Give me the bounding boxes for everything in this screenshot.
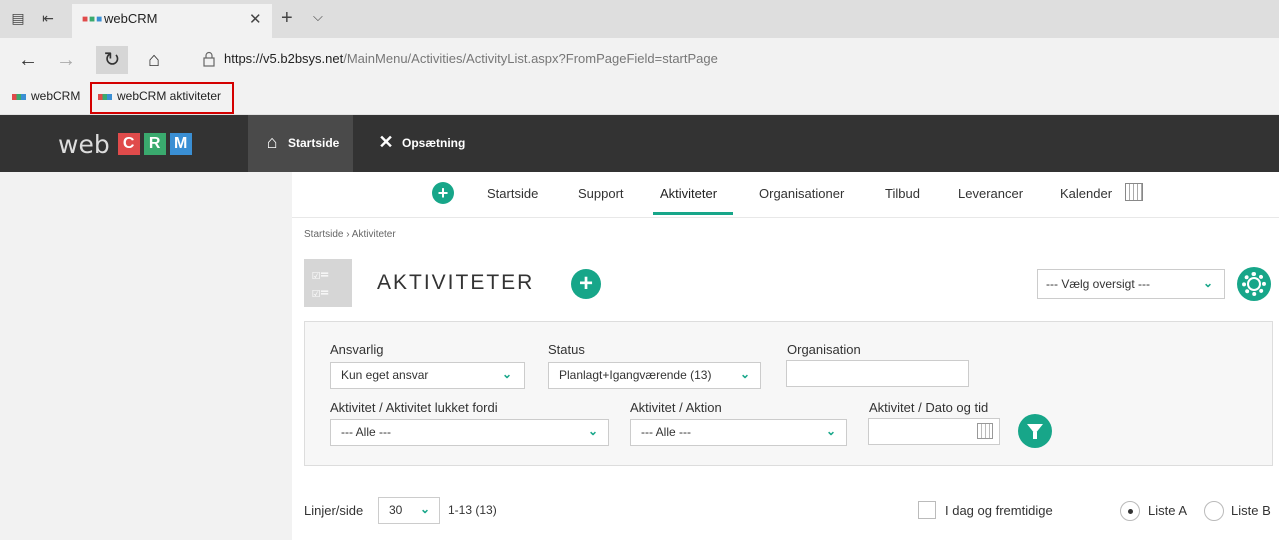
tab-leverancer[interactable]: Leverancer xyxy=(958,186,1023,201)
chevron-down-icon: ⌄ xyxy=(740,367,751,381)
logo-letter-m: M xyxy=(169,133,192,155)
tab-tilbud[interactable]: Tilbud xyxy=(885,186,920,201)
nav-opsaetning[interactable]: ✕ Opsætning xyxy=(362,115,479,172)
chevron-down-icon: ⌄ xyxy=(420,502,431,516)
add-activity-button[interactable]: + xyxy=(571,269,601,299)
organisation-label: Organisation xyxy=(787,342,861,357)
chevron-down-icon: ⌄ xyxy=(502,367,513,381)
list-b-label[interactable]: Liste B xyxy=(1231,503,1271,518)
close-tab-icon[interactable]: ✕ xyxy=(249,10,262,28)
tab-aktiviteter[interactable]: Aktiviteter xyxy=(660,186,717,201)
nav-startside[interactable]: ⌂ Startside xyxy=(248,115,354,172)
list-a-radio[interactable] xyxy=(1120,501,1140,521)
left-panel xyxy=(0,172,292,540)
new-tab-icon[interactable]: + xyxy=(281,7,293,30)
activities-checklist-icon: ☑= ☑= xyxy=(304,259,352,307)
favorite-label: webCRM xyxy=(31,89,81,103)
gear-teeth xyxy=(1242,272,1266,296)
lines-per-page-label: Linjer/side xyxy=(304,503,364,518)
url-field[interactable]: https://v5.b2bsys.net/MainMenu/Activitie… xyxy=(224,51,718,66)
page-title: AKTIVITETER xyxy=(377,271,535,294)
favorite-webcrm[interactable]: webCRM xyxy=(12,89,80,107)
url-host: https://v5.b2bsys.net xyxy=(224,51,344,66)
app-header: web C R M ⌂ Startside ✕ Opsætning xyxy=(0,115,1279,172)
chevron-down-icon: ⌄ xyxy=(588,424,599,438)
tab-organisationer[interactable]: Organisationer xyxy=(759,186,844,201)
responsible-value: Kun eget ansvar xyxy=(341,368,429,382)
tools-icon: ✕ xyxy=(378,132,394,152)
active-tab-indicator xyxy=(653,212,733,215)
lines-per-page-select[interactable]: 30 xyxy=(378,497,440,524)
tab-title[interactable]: webCRM xyxy=(104,11,157,26)
webcrm-logo[interactable]: web C R M xyxy=(58,130,196,160)
date-calendar-icon[interactable] xyxy=(977,423,993,439)
organisation-input[interactable] xyxy=(786,360,969,387)
today-future-checkbox[interactable] xyxy=(918,501,936,519)
closed-reason-label: Aktivitet / Aktivitet lukket fordi xyxy=(330,400,498,415)
highlight-box xyxy=(90,82,234,114)
action-label: Aktivitet / Aktion xyxy=(630,400,722,415)
view-select[interactable]: --- Vælg oversigt --- xyxy=(1037,269,1225,299)
home-icon[interactable]: ⌂ xyxy=(138,46,170,74)
url-path: /MainMenu/Activities/ActivityList.aspx?F… xyxy=(343,51,718,66)
breadcrumb[interactable]: Startside › Aktiviteter xyxy=(304,229,396,240)
list-a-label[interactable]: Liste A xyxy=(1148,503,1187,518)
tab-list-chevron-icon[interactable]: ⌵ xyxy=(313,9,323,25)
settings-gear-icon[interactable] xyxy=(1237,267,1271,301)
webcrm-favicon-icon xyxy=(12,93,26,100)
filter-funnel-button[interactable] xyxy=(1018,414,1052,448)
list-b-radio[interactable] xyxy=(1204,501,1224,521)
action-select[interactable]: --- Alle --- xyxy=(630,419,847,446)
home-icon: ⌂ xyxy=(266,132,278,152)
back-icon[interactable]: ← xyxy=(12,46,44,74)
quick-add-icon[interactable]: + xyxy=(432,182,454,204)
forward-icon[interactable]: → xyxy=(50,46,82,74)
logo-letter-r: R xyxy=(143,133,166,155)
logo-letter-c: C xyxy=(117,133,140,155)
today-future-label[interactable]: I dag og fremtidige xyxy=(945,503,1053,518)
action-value: --- Alle --- xyxy=(641,425,691,439)
chevron-down-icon: ⌄ xyxy=(1203,276,1214,290)
date-label: Aktivitet / Dato og tid xyxy=(869,400,989,415)
lock-icon xyxy=(203,51,215,67)
nav-label: Startside xyxy=(288,136,340,150)
logo-text: web xyxy=(58,130,110,159)
status-label: Status xyxy=(548,342,585,357)
tab-startside[interactable]: Startside xyxy=(487,186,538,201)
tab-favicon-icon: ■■■ xyxy=(82,14,104,25)
refresh-icon[interactable]: ↻ xyxy=(96,46,128,74)
chevron-down-icon: ⌄ xyxy=(826,424,837,438)
browser-tab-strip: ▤ ⇤ ■■■ webCRM ✕ + ⌵ xyxy=(0,0,1279,38)
closed-reason-select[interactable]: --- Alle --- xyxy=(330,419,609,446)
tab-kalender[interactable]: Kalender xyxy=(1060,186,1112,201)
lines-per-page-value: 30 xyxy=(389,503,403,517)
nav-label: Opsætning xyxy=(402,136,466,150)
status-select[interactable]: Planlagt+Igangværende (13) xyxy=(548,362,761,389)
responsible-select[interactable]: Kun eget ansvar xyxy=(330,362,525,389)
view-select-value: --- Vælg oversigt --- xyxy=(1046,277,1151,291)
responsible-label: Ansvarlig xyxy=(330,342,384,357)
tab-support[interactable]: Support xyxy=(578,186,624,201)
record-count: 1-13 (13) xyxy=(448,503,497,517)
status-value: Planlagt+Igangværende (13) xyxy=(559,368,712,382)
set-aside-tabs-icon[interactable]: ⇤ xyxy=(40,10,56,26)
closed-reason-value: --- Alle --- xyxy=(341,425,391,439)
calendar-icon[interactable] xyxy=(1125,183,1143,201)
tab-preview-icon[interactable]: ▤ xyxy=(10,10,26,26)
